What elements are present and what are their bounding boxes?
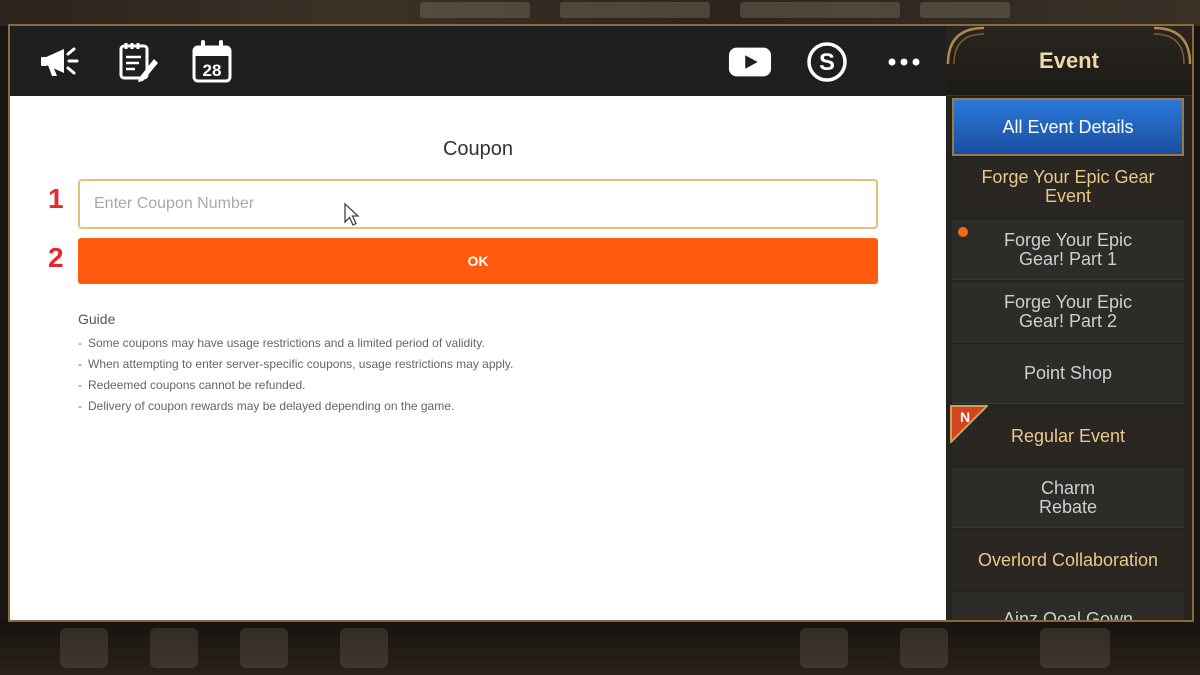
annotation-step-2: 2 — [48, 242, 64, 273]
event-sidebar: Event All Event Details Forge Your Epic … — [946, 26, 1192, 620]
svg-text:S: S — [819, 49, 835, 76]
coupon-panel: Coupon 1 2 OK Guide -Some coupons may ha… — [10, 96, 946, 620]
sidebar-item-charm-rebate[interactable]: Charm Rebate — [952, 468, 1184, 528]
guide-item: - Delivery of coupon rewards may be delay… — [78, 399, 455, 413]
guide-item: - When attempting to enter server-specifi… — [78, 357, 514, 371]
sidebar-item-forge-part-1[interactable]: Forge Your Epic Gear! Part 1 — [952, 220, 1184, 280]
sidebar-header: Event — [946, 26, 1192, 96]
sidebar-category-overlord-collaboration[interactable]: Overlord Collaboration — [952, 532, 1184, 588]
guide-item: - Some coupons may have usage restriction… — [78, 336, 485, 350]
megaphone-icon[interactable] — [38, 40, 82, 84]
new-indicator-dot — [958, 227, 968, 237]
sidebar-item-point-shop[interactable]: Point Shop — [952, 344, 1184, 404]
background-top-bar — [0, 0, 1200, 26]
ok-button[interactable]: OK — [78, 238, 878, 284]
background-bottom-bar — [0, 620, 1200, 675]
coupon-title: Coupon — [442, 138, 514, 160]
top-toolbar: 28 S — [10, 26, 946, 96]
guide-item: - Redeemed coupons cannot be refunded. — [78, 378, 306, 392]
new-badge-icon: N — [950, 405, 988, 443]
s-logo-icon[interactable]: S — [805, 40, 849, 84]
sidebar-item-forge-part-2[interactable]: Forge Your Epic Gear! Part 2 — [952, 282, 1184, 342]
youtube-icon[interactable] — [728, 40, 772, 84]
sidebar-item-all-event-details[interactable]: All Event Details — [952, 98, 1184, 156]
new-badge-label: N — [960, 409, 970, 425]
annotation-step-1: 1 — [48, 183, 64, 214]
guide-title: Guide — [78, 311, 116, 327]
mouse-cursor-icon — [344, 202, 360, 226]
sidebar-title: Event — [1039, 48, 1099, 73]
calendar-icon[interactable]: 28 — [190, 40, 234, 84]
coupon-number-input[interactable] — [78, 179, 878, 229]
calendar-day: 28 — [203, 61, 222, 80]
sidebar-category-forge-event[interactable]: Forge Your Epic Gear Event — [952, 158, 1184, 216]
notepad-icon[interactable] — [115, 40, 159, 84]
guide-list: - Some coupons may have usage restriction… — [78, 336, 513, 420]
more-icon[interactable] — [882, 40, 926, 84]
sidebar-item-ainz-ooal-gown[interactable]: Ainz Ooal Gown — [952, 592, 1184, 620]
